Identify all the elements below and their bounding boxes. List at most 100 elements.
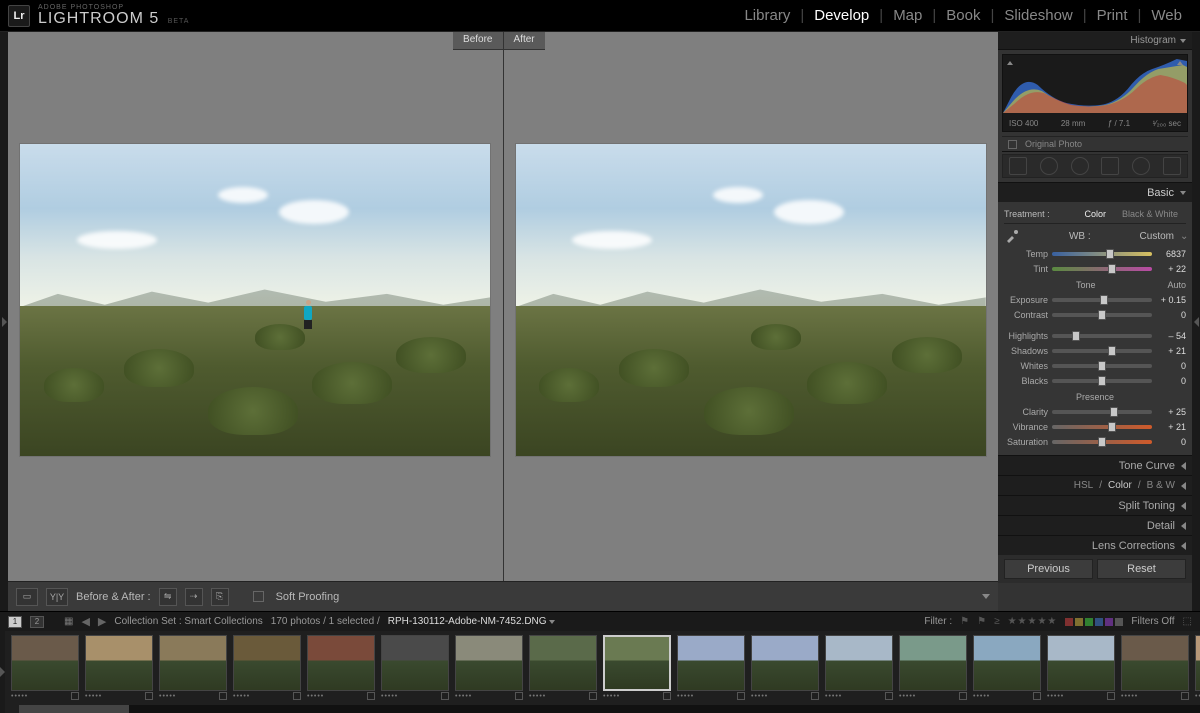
exposure-slider[interactable] [1052,298,1152,302]
after-photo [516,144,986,456]
preview-split [8,50,998,581]
after-pane[interactable] [504,50,999,581]
local-adjust-toolstrip [1002,154,1188,178]
treatment-color[interactable]: Color [1076,209,1114,219]
vibrance-slider[interactable] [1052,425,1152,429]
copy-settings-button[interactable]: ⎘ [211,588,229,606]
module-slideshow[interactable]: Slideshow [994,7,1082,24]
module-library[interactable]: Library [734,7,800,24]
thumbnail[interactable]: ••••• [825,635,893,703]
swap-before-after-button[interactable]: ⇋ [159,588,177,606]
toolbar-menu-button[interactable] [982,594,990,599]
detail-header[interactable]: Detail [998,515,1192,535]
thumbnail[interactable]: ••••• [1121,635,1189,703]
compare-view-button[interactable]: Y|Y [46,588,68,606]
loupe-view-button[interactable]: ▭ [16,588,38,606]
workspace-toolbar: ▭ Y|Y Before & After : ⇋ ⇢ ⎘ Soft Proofi… [8,581,998,611]
thumbnail[interactable]: ••••• [973,635,1041,703]
thumbnail[interactable]: ••••• [11,635,79,703]
nav-forward-button[interactable]: ▶ [98,615,106,628]
blacks-slider[interactable] [1052,379,1152,383]
reject-filter-icon[interactable]: ⚑ [977,616,986,627]
module-develop[interactable]: Develop [804,7,879,24]
radial-filter-tool-icon[interactable] [1132,157,1150,175]
highlights-slider[interactable] [1052,334,1152,338]
whites-slider[interactable] [1052,364,1152,368]
wb-label: WB : [1026,231,1134,242]
module-picker: Library|Develop|Map|Book|Slideshow|Print… [734,7,1192,24]
window-2-tab[interactable]: 2 [30,616,44,628]
thumbnail[interactable]: ••••• [307,635,375,703]
soft-proofing-checkbox[interactable] [253,591,264,602]
module-print[interactable]: Print [1087,7,1138,24]
basic-panel-header[interactable]: Basic [998,182,1192,202]
current-filename[interactable]: RPH-130112-Adobe-NM-7452.DNG [388,616,556,627]
shadow-clip-indicator[interactable] [1007,57,1013,68]
tone-curve-header[interactable]: Tone Curve [998,455,1192,475]
adjustment-brush-tool-icon[interactable] [1163,157,1181,175]
thumbnail[interactable]: ••••• [1047,635,1115,703]
thumbnail[interactable]: ••••• [233,635,301,703]
thumbnail[interactable]: ••••• [381,635,449,703]
soft-proofing-label: Soft Proofing [276,591,340,603]
wb-preset[interactable]: Custom [1140,231,1174,242]
thumbnail[interactable]: ••••• [677,635,745,703]
flag-filter-icon[interactable]: ⚑ [960,616,969,627]
thumbnail[interactable]: ••••• [751,635,819,703]
module-book[interactable]: Book [936,7,990,24]
module-map[interactable]: Map [883,7,932,24]
copy-before-button[interactable]: ⇢ [185,588,203,606]
logo-product: LIGHTROOM 5 [38,10,159,27]
collection-path[interactable]: Collection Set : Smart Collections [114,616,262,627]
treatment-bw[interactable]: Black & White [1114,209,1186,219]
module-web[interactable]: Web [1141,7,1192,24]
nav-back-button[interactable]: ◀ [81,615,89,628]
split-toning-header[interactable]: Split Toning [998,495,1192,515]
grid-icon[interactable]: ▦ [64,616,73,627]
tint-slider[interactable] [1052,267,1152,271]
histogram-header[interactable]: Histogram [998,32,1192,50]
thumbnail[interactable]: ••••• [1195,635,1200,703]
basic-panel: Treatment : Color Black & White WB : Cus… [998,202,1192,455]
thumbnail[interactable]: ••••• [85,635,153,703]
photo-count: 170 photos / 1 selected / [271,616,380,627]
thumbnail[interactable]: ••••• [159,635,227,703]
color-label-filter[interactable] [1065,618,1123,626]
hsl-color-bw-header[interactable]: HSL/Color/B & W [998,475,1192,495]
app-logo-text: ADOBE PHOTOSHOP LIGHTROOM 5 BETA [38,4,189,27]
right-panel-toggle[interactable] [1192,32,1200,611]
rating-filter[interactable]: ★★★★★ [1008,616,1058,627]
crop-tool-icon[interactable] [1009,157,1027,175]
graduated-filter-tool-icon[interactable] [1101,157,1119,175]
filter-label: Filter : [924,616,952,627]
thumbnail[interactable]: ••••• [455,635,523,703]
histogram[interactable]: ISO 400 28 mm ƒ / 7.1 ¹⁄₂₀₀ sec [1002,54,1188,132]
before-pane[interactable] [8,50,504,581]
main-area: Before After [0,32,1200,611]
saturation-slider[interactable] [1052,440,1152,444]
shadows-slider[interactable] [1052,349,1152,353]
thumbnail[interactable]: ••••• [603,635,671,703]
temp-slider[interactable] [1052,252,1152,256]
window-1-tab[interactable]: 1 [8,616,22,628]
filters-off-label[interactable]: Filters Off [1131,616,1174,627]
contrast-slider[interactable] [1052,313,1152,317]
lens-corrections-header[interactable]: Lens Corrections [998,535,1192,555]
spot-removal-tool-icon[interactable] [1040,157,1058,175]
clarity-slider[interactable] [1052,410,1152,414]
thumbnail[interactable]: ••••• [899,635,967,703]
original-photo-toggle[interactable]: Original Photo [1002,136,1188,152]
reset-button[interactable]: Reset [1097,559,1186,579]
thumbnail[interactable]: ••••• [529,635,597,703]
logo-beta-tag: BETA [168,18,190,25]
previous-button[interactable]: Previous [1004,559,1093,579]
wb-eyedropper-icon[interactable] [1004,228,1020,244]
filmstrip-scrollbar[interactable] [19,705,1200,713]
before-after-label: Before & After : [76,591,151,603]
left-panel-toggle[interactable] [0,32,8,611]
app-logo-badge: Lr [8,5,30,27]
highlight-clip-indicator[interactable] [1177,57,1183,68]
filter-lock-icon[interactable]: ⬚ [1183,616,1192,627]
redeye-tool-icon[interactable] [1071,157,1089,175]
auto-tone-button[interactable]: Auto [1167,280,1186,290]
